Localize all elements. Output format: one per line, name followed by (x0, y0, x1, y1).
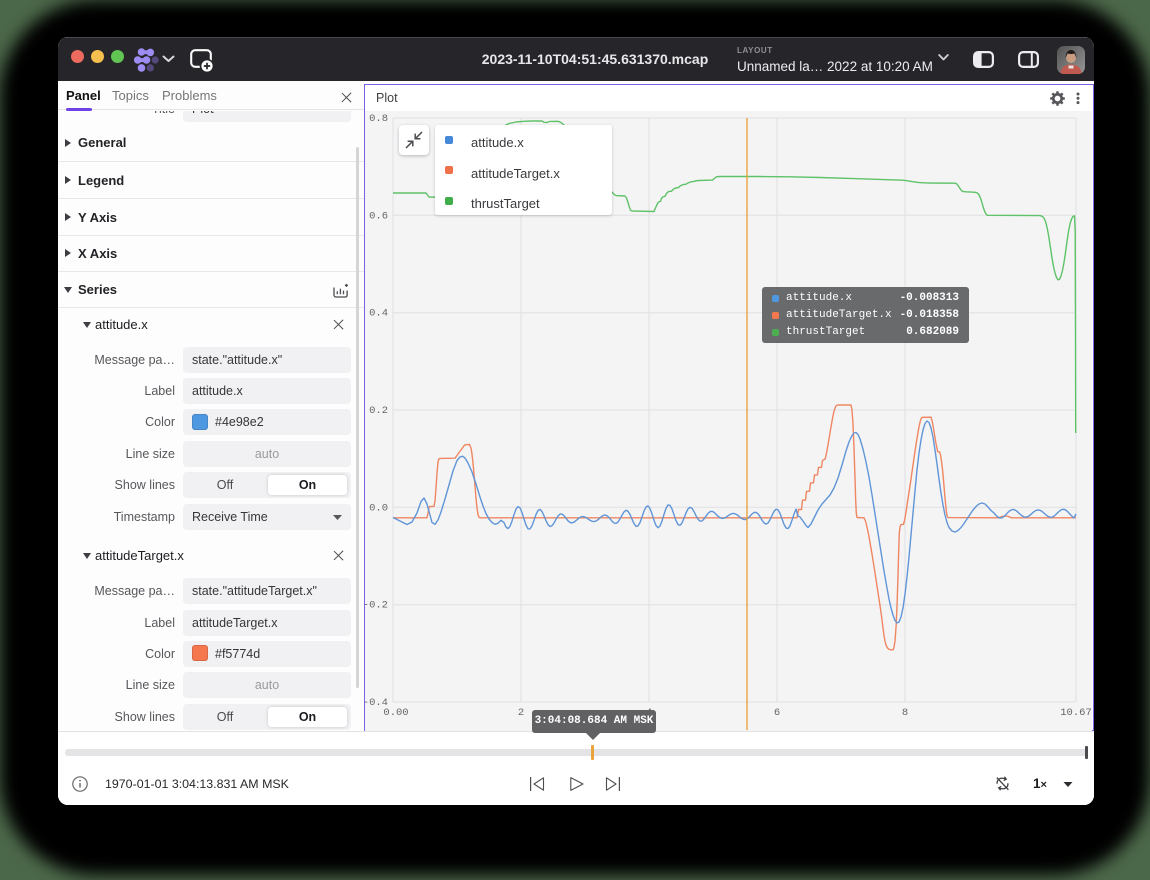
svg-text:0.8: 0.8 (369, 113, 388, 125)
svg-text:0.0: 0.0 (369, 502, 388, 514)
svg-text:-0.2: -0.2 (365, 600, 388, 612)
svg-text:0.2: 0.2 (369, 405, 388, 417)
svg-text:2: 2 (518, 707, 524, 719)
svg-text:0.4: 0.4 (369, 308, 388, 320)
svg-text:8: 8 (902, 707, 908, 719)
svg-text:10.67: 10.67 (1060, 707, 1092, 719)
svg-text:6: 6 (774, 707, 780, 719)
svg-text:0.6: 0.6 (369, 210, 388, 222)
svg-text:0.00: 0.00 (383, 707, 408, 719)
